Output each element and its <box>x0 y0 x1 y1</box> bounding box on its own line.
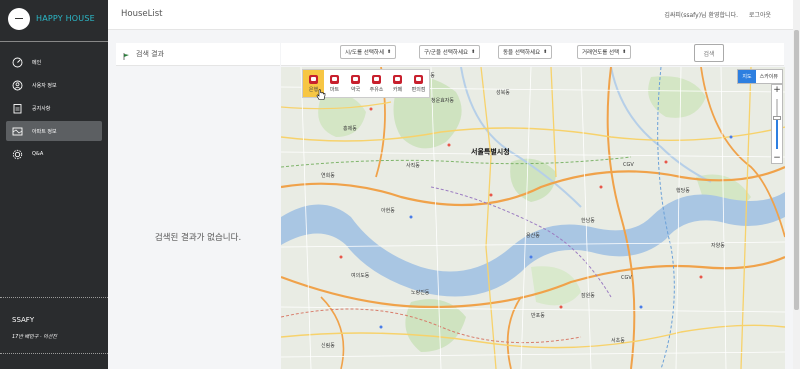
map-label: 용산동 <box>526 233 540 239</box>
clipboard-icon <box>12 103 23 114</box>
map-tiles[interactable] <box>281 67 785 369</box>
chevron-down-icon: ⬍ <box>622 49 627 55</box>
dashboard-icon <box>12 57 23 68</box>
sidebar-item-label: Q&A <box>32 151 44 157</box>
map-view[interactable]: 서울특별시청 청운효자동 사직동 평창동 성북동 홍제동 연희동 아현동 용산동… <box>281 67 785 369</box>
chevron-down-icon: ⬍ <box>387 49 392 55</box>
brand-title[interactable]: HAPPY HOUSE <box>36 14 95 23</box>
results-header: 검색 결과 <box>116 43 280 66</box>
gas-station-icon <box>372 74 381 84</box>
store-icon <box>414 74 423 84</box>
divider <box>0 41 108 42</box>
sidebar-item-user-info[interactable]: 사용자 정보 <box>6 75 102 95</box>
user-icon <box>12 80 23 91</box>
category-label: 카페 <box>392 86 403 93</box>
dong-select[interactable]: 동을 선택하세요 ⬍ <box>498 45 553 59</box>
hand-cursor-icon <box>316 89 326 100</box>
map-label: 노량진동 <box>411 290 430 296</box>
sidebar-item-label: 사용자 정보 <box>32 82 57 89</box>
results-list: 검색된 결과가 없습니다. <box>116 68 280 368</box>
sido-select-value: 시/도를 선택하세 <box>345 50 385 56</box>
map-label: 연희동 <box>321 173 335 179</box>
top-navbar: HouseList 김싸피(ssafy)님 환영합니다. 로그아웃 <box>108 0 800 30</box>
sidebar-item-main[interactable]: 메인 <box>6 52 102 72</box>
sidebar-user-name: SSAFY <box>12 316 35 324</box>
map-label: 행당동 <box>676 188 690 194</box>
category-gas-station[interactable]: 주유소 <box>366 70 387 97</box>
sidebar-team-info: 17반 배민구 · 이선진 <box>12 334 57 340</box>
search-button[interactable]: 검색 <box>694 44 724 62</box>
zoom-handle[interactable] <box>773 116 781 120</box>
mart-icon <box>330 74 339 84</box>
category-label: 주유소 <box>369 86 384 93</box>
sidebar: HAPPY HOUSE 메인 사용자 정보 공지사항 아파트 정보 Q&A SS… <box>0 0 108 369</box>
empty-results-message: 검색된 결과가 없습니다. <box>154 233 242 243</box>
map-type-roadmap-button[interactable]: 지도 <box>738 70 756 83</box>
zoom-control: + − <box>771 84 783 164</box>
page-scrollbar[interactable] <box>793 0 800 369</box>
divider <box>0 353 108 354</box>
cafe-icon <box>393 74 402 84</box>
bank-icon <box>309 74 318 84</box>
welcome-message: 김싸피(ssafy)님 환영합니다. <box>664 12 738 19</box>
category-pharmacy[interactable]: 약국 <box>345 70 366 97</box>
category-label: 편의점 <box>411 86 426 93</box>
sidebar-item-label: 공지사항 <box>32 105 51 112</box>
map-label: 반포동 <box>531 313 545 319</box>
map-label: CGV <box>623 162 634 168</box>
zoom-level-fill <box>776 119 778 149</box>
brand-logo-icon[interactable] <box>8 7 30 30</box>
category-cafe[interactable]: 카페 <box>387 70 408 97</box>
map-label: 잠원동 <box>581 293 595 299</box>
chevron-down-icon: ⬍ <box>543 49 548 55</box>
chevron-down-icon: ⬍ <box>471 49 476 55</box>
map-label: 청운효자동 <box>431 98 455 104</box>
sidebar-item-apartment-info[interactable]: 아파트 정보 <box>6 121 102 141</box>
pharmacy-icon <box>351 74 360 84</box>
map-type-control: 지도 스카이뷰 <box>737 69 783 84</box>
map-label: CGV <box>621 275 632 281</box>
divider <box>0 297 108 298</box>
zoom-out-button[interactable]: − <box>772 153 782 163</box>
results-title: 검색 결과 <box>136 50 164 58</box>
category-label: 마트 <box>329 86 340 93</box>
flag-icon <box>123 45 130 64</box>
sidebar-nav: 메인 사용자 정보 공지사항 아파트 정보 Q&A <box>0 52 108 164</box>
zoom-in-button[interactable]: + <box>772 85 782 95</box>
sidebar-item-label: 메인 <box>32 59 42 66</box>
sido-select[interactable]: 시/도를 선택하세 ⬍ <box>340 45 397 59</box>
sidebar-item-qna[interactable]: Q&A <box>6 144 102 164</box>
map-label: 홍제동 <box>343 126 357 132</box>
map-icon <box>12 126 23 137</box>
map-label: 자양동 <box>711 243 725 249</box>
map-label: 여의도동 <box>351 273 370 279</box>
map-label: 서초동 <box>611 338 625 344</box>
category-mart[interactable]: 마트 <box>324 70 345 97</box>
logout-link[interactable]: 로그아웃 <box>749 10 771 19</box>
year-select[interactable]: 거래연도를 선택 ⬍ <box>577 45 632 59</box>
map-label: 아현동 <box>381 208 395 214</box>
category-label: 약국 <box>350 86 361 93</box>
dong-select-value: 동을 선택하세요 <box>503 50 541 56</box>
filter-bar: 시/도를 선택하세 ⬍ 구/군을 선택하세요 ⬍ 동을 선택하세요 ⬍ 거래연도를 선… <box>281 43 784 66</box>
brand[interactable]: HAPPY HOUSE <box>0 0 108 37</box>
map-label-city-hall: 서울특별시청 <box>471 148 510 156</box>
gugun-select[interactable]: 구/군을 선택하세요 ⬍ <box>419 45 481 59</box>
category-convenience-store[interactable]: 편의점 <box>408 70 429 97</box>
page-title: HouseList <box>121 9 163 19</box>
map-label: 사직동 <box>406 163 420 169</box>
sidebar-item-notice[interactable]: 공지사항 <box>6 98 102 118</box>
scrollbar-thumb[interactable] <box>794 30 799 310</box>
map-label: 한남동 <box>581 218 595 224</box>
map-label: 신림동 <box>321 343 335 349</box>
year-select-value: 거래연도를 선택 <box>582 50 620 56</box>
map-label: 성북동 <box>496 90 510 96</box>
map-type-skyview-button[interactable]: 스카이뷰 <box>756 70 782 83</box>
sidebar-item-label: 아파트 정보 <box>32 128 57 135</box>
gear-icon <box>12 149 23 160</box>
gugun-select-value: 구/군을 선택하세요 <box>424 50 469 56</box>
